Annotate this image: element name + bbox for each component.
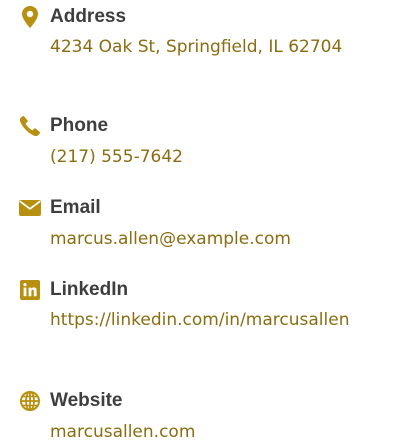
contact-label: Email <box>50 197 101 218</box>
website-value[interactable]: marcusallen.com <box>50 418 396 447</box>
map-pin-icon <box>18 5 42 29</box>
phone-value[interactable]: (217) 555-7642 <box>50 143 396 172</box>
contact-label: Phone <box>50 115 109 136</box>
contact-label: LinkedIn <box>50 279 129 300</box>
phone-icon <box>18 114 42 138</box>
globe-icon <box>18 389 42 413</box>
contact-label: Website <box>50 390 123 411</box>
address-value: 4234 Oak St, Springfield, IL 62704 <box>50 37 343 57</box>
linkedin-icon <box>18 278 42 302</box>
contact-label: Address <box>50 6 127 27</box>
email-icon <box>18 196 42 220</box>
email-value[interactable]: marcus.allen@example.com <box>50 225 396 254</box>
linkedin-value[interactable]: https://linkedin.com/in/marcusallen <box>50 306 396 335</box>
